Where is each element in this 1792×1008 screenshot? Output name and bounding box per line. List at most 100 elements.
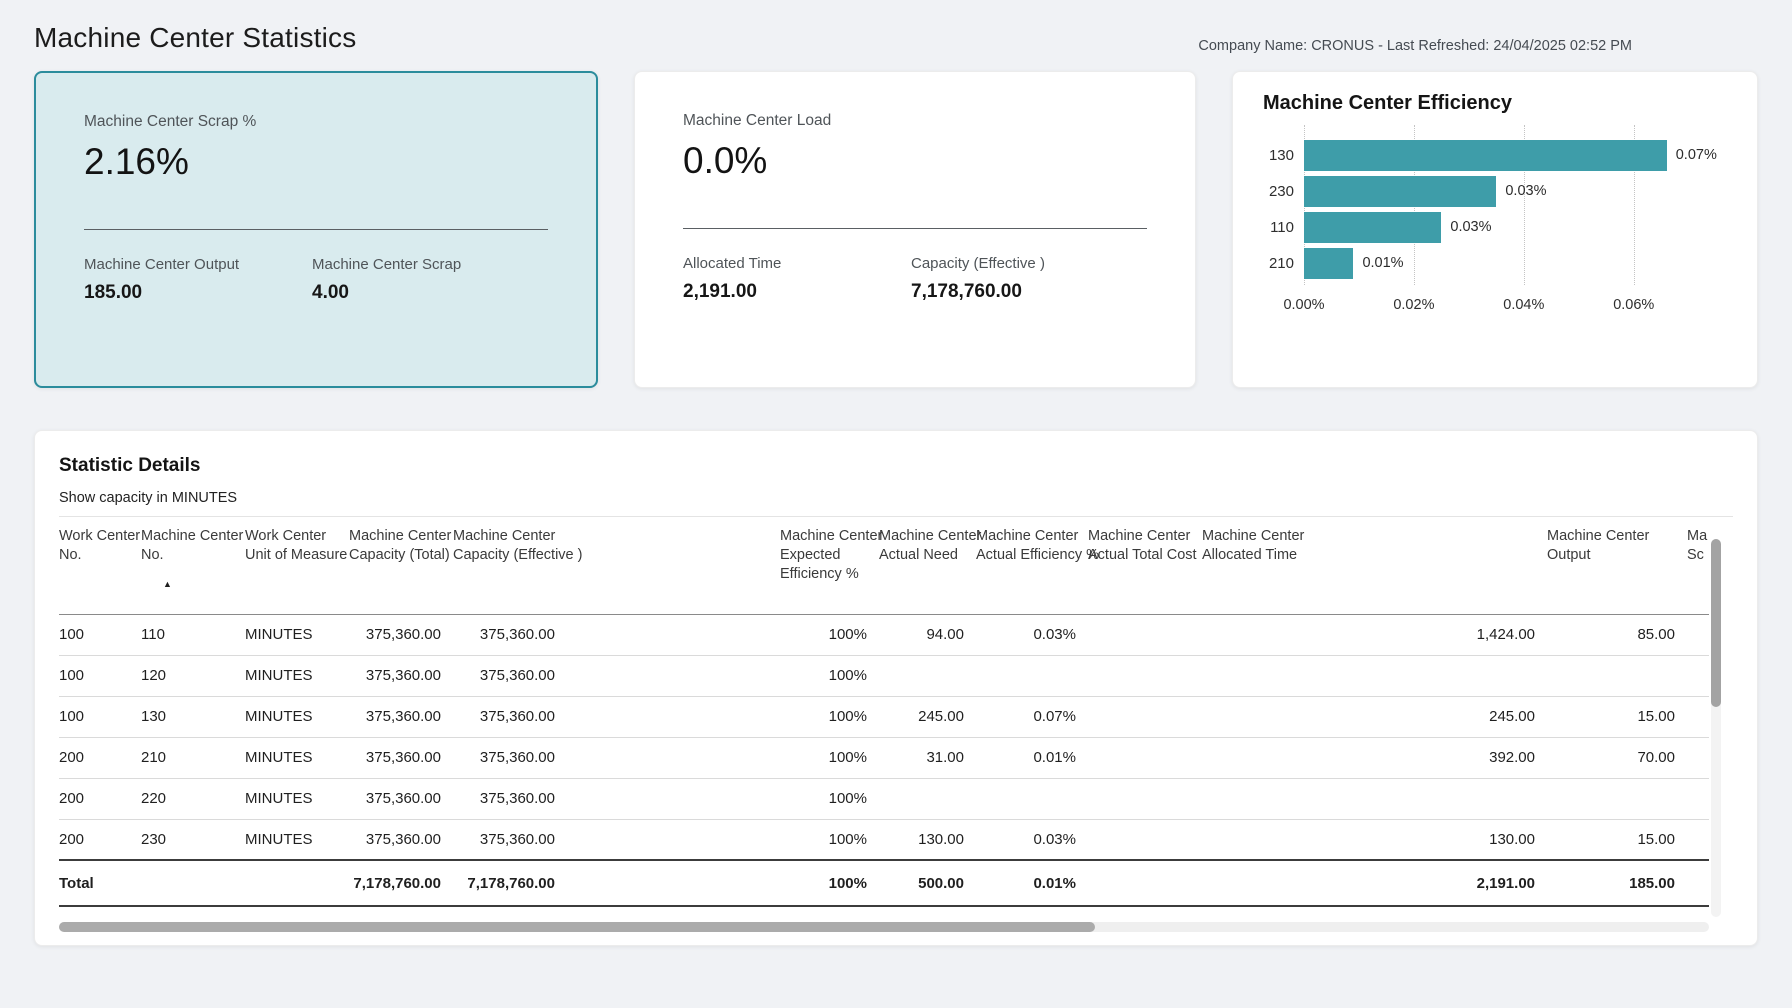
column-header[interactable]: Machine CenterCapacity (Total) [349, 519, 453, 614]
efficiency-bar[interactable] [1304, 212, 1441, 243]
table-cell: 100% [780, 614, 879, 655]
table-cell [1687, 696, 1709, 737]
table-header-row: Work CenterNo.Machine CenterNo.▲Work Cen… [59, 519, 1709, 614]
kpi-card-machine-center-load[interactable]: Machine Center Load 0.0% Allocated Time … [634, 71, 1196, 388]
column-header[interactable]: Machine CenterNo.▲ [141, 519, 245, 614]
column-header-text: Work Center [245, 528, 326, 544]
machine-center-efficiency-chart-card: Machine Center Efficiency 1300.07%2300.0… [1232, 71, 1758, 388]
column-header[interactable]: Machine CenterActual Efficiency % [976, 519, 1088, 614]
table-cell: MINUTES [245, 819, 349, 860]
table-cell [1088, 614, 1202, 655]
table-cell: 375,360.00 [349, 696, 453, 737]
efficiency-bar[interactable] [1304, 140, 1667, 171]
table-cell: 100% [780, 778, 879, 819]
column-header-text: Actual Total Cost [1088, 547, 1197, 563]
table-cell: 230 [141, 819, 245, 860]
column-header[interactable]: Machine CenterCapacity (Effective ) [453, 519, 780, 614]
table-cell: 220 [141, 778, 245, 819]
vertical-scrollbar[interactable] [1711, 539, 1721, 917]
table-cell: 70.00 [1547, 737, 1687, 778]
chart-title: Machine Center Efficiency [1263, 92, 1727, 115]
table-cell: MINUTES [245, 778, 349, 819]
bar-value-label: 0.01% [1362, 248, 1403, 279]
table-cell: MINUTES [245, 737, 349, 778]
efficiency-bar[interactable] [1304, 248, 1353, 279]
table-cell: 375,360.00 [349, 819, 453, 860]
column-header[interactable]: Machine CenterOutput [1547, 519, 1687, 614]
table-cell: 31.00 [879, 737, 976, 778]
column-header[interactable]: Work CenterNo. [59, 519, 141, 614]
table-row[interactable]: 100110MINUTES375,360.00375,360.00100%94.… [59, 614, 1709, 655]
table-cell [976, 655, 1088, 696]
column-header-text: Machine Center [141, 528, 243, 544]
table-row[interactable]: 200220MINUTES375,360.00375,360.00100% [59, 778, 1709, 819]
table-cell: 15.00 [1547, 819, 1687, 860]
column-header[interactable]: MaSc [1687, 519, 1709, 614]
table-cell: 375,360.00 [349, 614, 453, 655]
category-label: 110 [1263, 219, 1304, 236]
table-cell [1687, 655, 1709, 696]
table-row[interactable]: 200210MINUTES375,360.00375,360.00100%31.… [59, 737, 1709, 778]
table-cell: 100 [59, 696, 141, 737]
table-cell: 0.01% [976, 860, 1088, 906]
table-cell [1687, 737, 1709, 778]
table-cell: 94.00 [879, 614, 976, 655]
table-cell [1547, 778, 1687, 819]
column-header-text: Machine Center [879, 528, 981, 544]
table-cell: 100% [780, 696, 879, 737]
divider [84, 229, 548, 230]
table-cell: 0.03% [976, 819, 1088, 860]
table-cell [1687, 614, 1709, 655]
bar-area: 0.03% [1304, 212, 1725, 243]
table-cell: 100 [59, 614, 141, 655]
table-cell [879, 655, 976, 696]
column-header-text: Allocated Time [1202, 547, 1297, 563]
table-cell: 375,360.00 [453, 737, 780, 778]
x-tick-label: 0.00% [1283, 297, 1324, 313]
table-cell: 120 [141, 655, 245, 696]
table-cell: 15.00 [1547, 696, 1687, 737]
column-header-text: Machine Center [1202, 528, 1304, 544]
table-cell: Total [59, 860, 141, 906]
detail-value: 185.00 [84, 282, 312, 304]
kpi-detail: Machine Center Output 185.00 [84, 256, 312, 304]
vertical-scrollbar-thumb[interactable] [1711, 539, 1721, 707]
column-header-text: Capacity (Effective ) [453, 547, 582, 563]
table-cell [141, 860, 245, 906]
horizontal-scrollbar-thumb[interactable] [59, 922, 1095, 932]
column-header[interactable]: Work CenterUnit of Measure [245, 519, 349, 614]
bar-area: 0.07% [1304, 140, 1725, 171]
table-cell: 500.00 [879, 860, 976, 906]
page-header: Machine Center Statistics Company Name: … [34, 0, 1758, 58]
table-cell [1202, 655, 1547, 696]
table-cell: 100% [780, 655, 879, 696]
column-header[interactable]: Machine CenterActual Need [879, 519, 976, 614]
column-header[interactable]: Machine Center Allocated Time [1202, 519, 1547, 614]
page-title: Machine Center Statistics [34, 22, 356, 54]
kpi-label: Machine Center Load [683, 112, 1147, 130]
column-header-text: Machine Center [780, 528, 882, 544]
divider [683, 228, 1147, 229]
column-header-text: Actual Need [879, 547, 958, 563]
kpi-card-machine-center-scrap[interactable]: Machine Center Scrap % 2.16% Machine Cen… [34, 71, 598, 388]
kpi-value: 0.0% [683, 140, 1147, 182]
capacity-unit-note: Show capacity in MINUTES [59, 490, 1757, 506]
horizontal-scrollbar[interactable] [59, 922, 1709, 932]
bar-value-label: 0.03% [1450, 212, 1491, 243]
table-cell [1088, 655, 1202, 696]
table-cell [1547, 655, 1687, 696]
column-header-text: Expected [780, 547, 840, 563]
table-cell: 200 [59, 737, 141, 778]
table-cell: 245.00 [879, 696, 976, 737]
column-header[interactable]: Machine CenterExpectedEfficiency % [780, 519, 879, 614]
table-row[interactable]: 100120MINUTES375,360.00375,360.00100% [59, 655, 1709, 696]
statistic-details-card: Statistic Details Show capacity in MINUT… [34, 430, 1758, 946]
table-row[interactable]: 100130MINUTES375,360.00375,360.00100%245… [59, 696, 1709, 737]
table-cell: 2,191.00 [1202, 860, 1547, 906]
efficiency-bar-chart: 1300.07%2300.03%1100.03%2100.01% 0.00%0.… [1263, 137, 1727, 317]
table-cell [1088, 737, 1202, 778]
chart-bars-area: 1300.07%2300.03%1100.03%2100.01% [1263, 137, 1727, 281]
table-row[interactable]: 200230MINUTES375,360.00375,360.00100%130… [59, 819, 1709, 860]
column-header[interactable]: Machine CenterActual Total Cost [1088, 519, 1202, 614]
efficiency-bar[interactable] [1304, 176, 1496, 207]
